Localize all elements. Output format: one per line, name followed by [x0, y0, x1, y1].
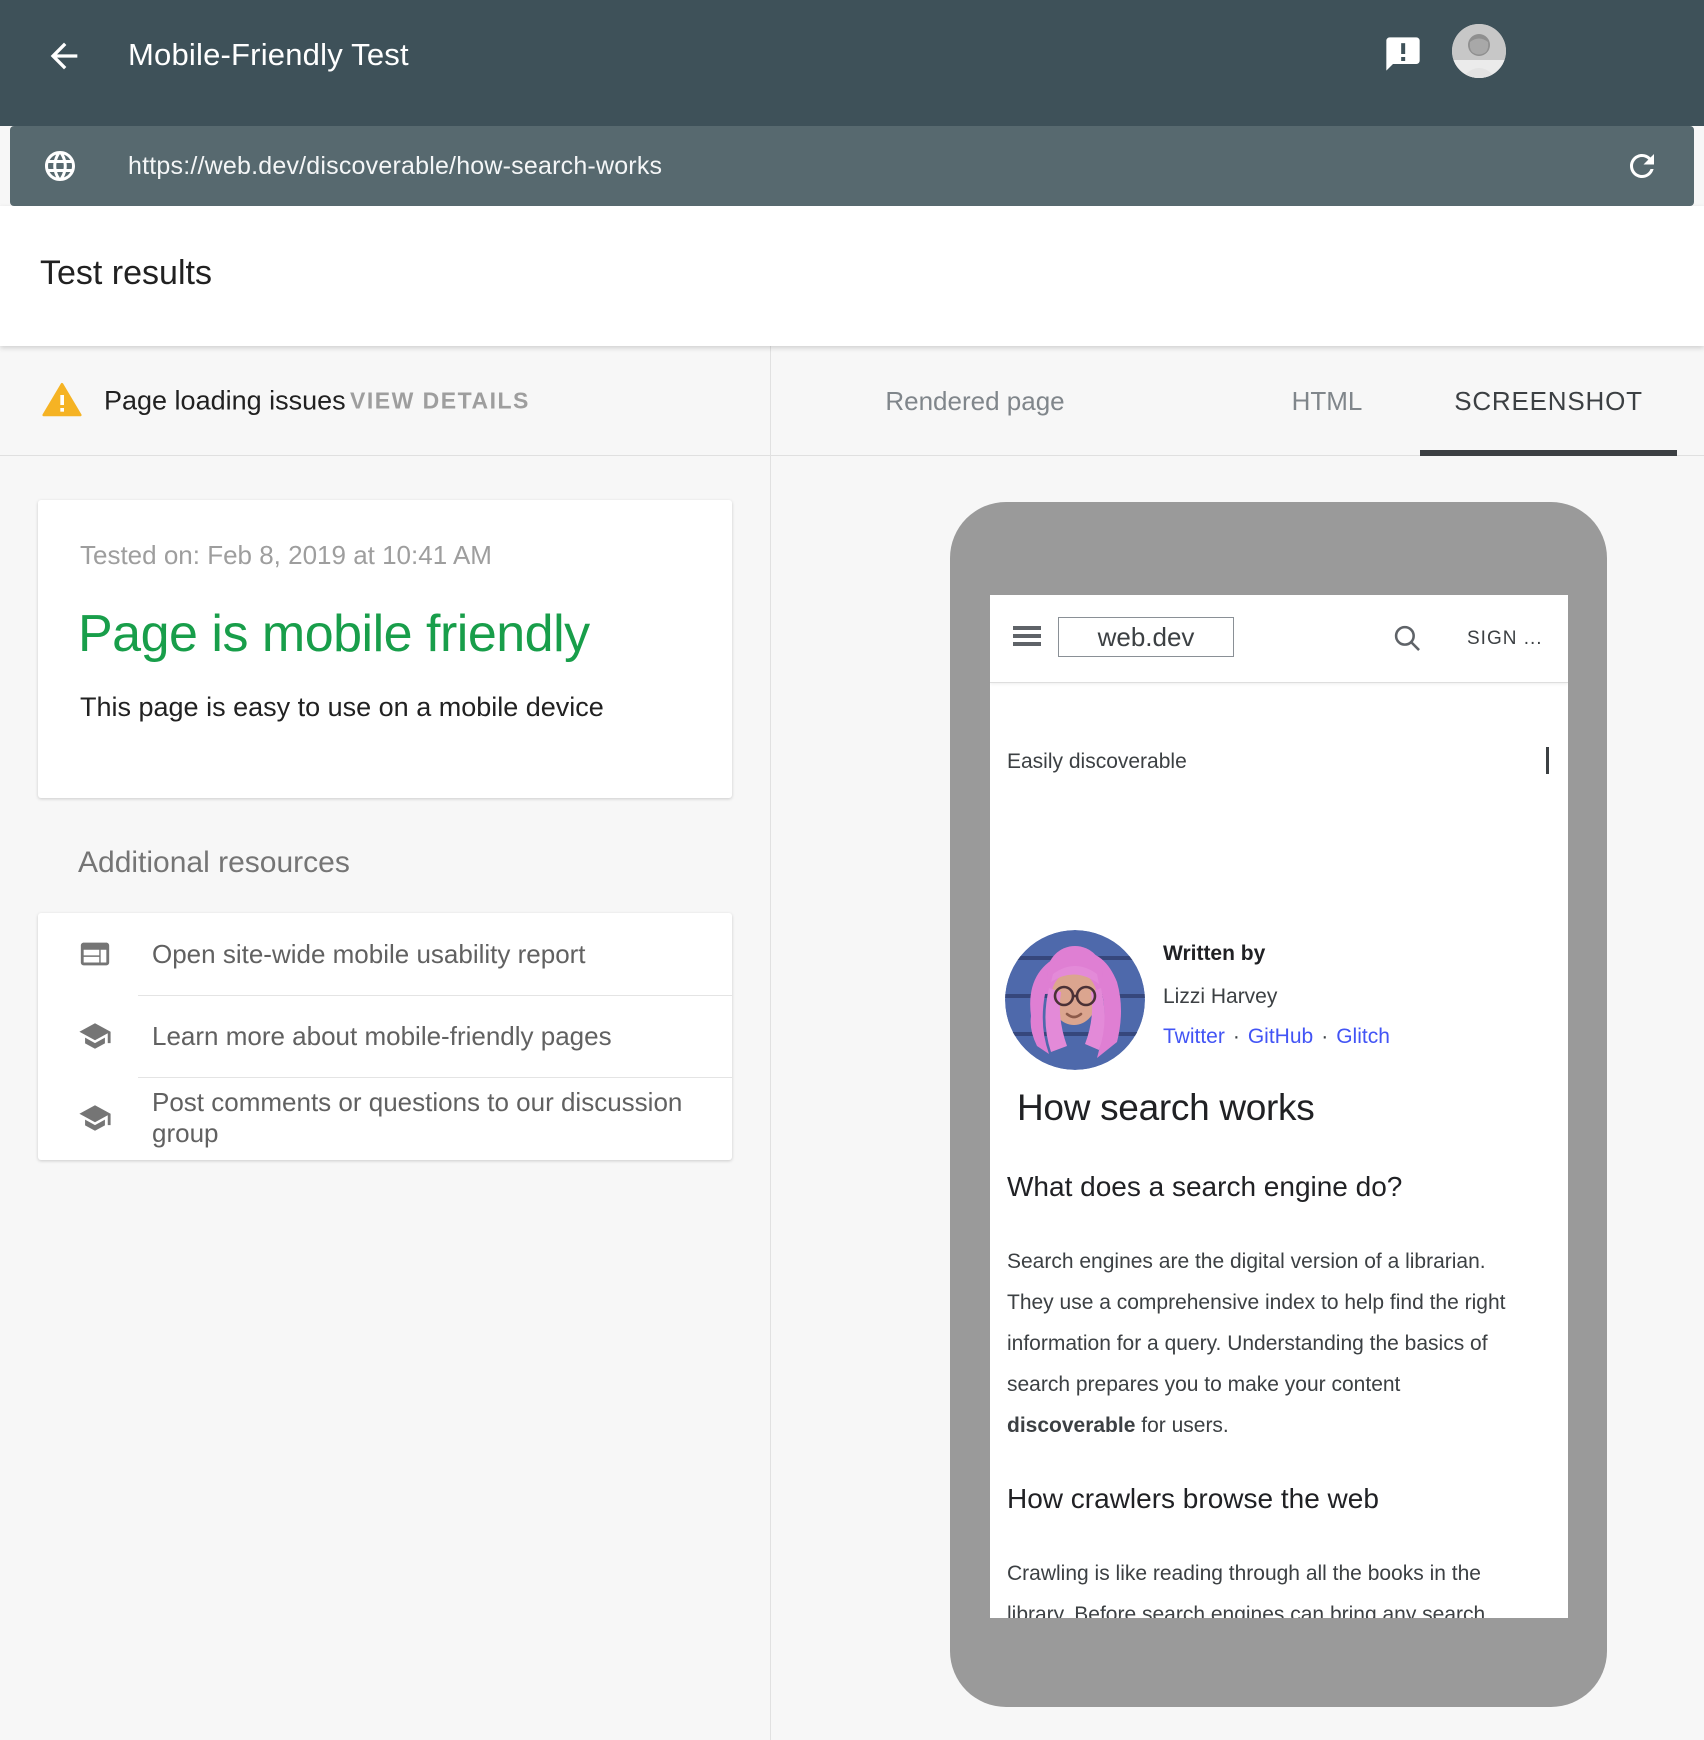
link-separator: ·	[1313, 1025, 1336, 1048]
warning-triangle-icon	[42, 380, 82, 420]
user-avatar[interactable]	[1452, 24, 1506, 78]
phone-mockup: web.dev SIGN ... Easily discoverable	[950, 502, 1607, 1707]
glitch-link: Glitch	[1336, 1025, 1390, 1048]
active-tab-underline	[1420, 450, 1677, 456]
site-logo: web.dev	[1058, 617, 1234, 657]
written-by-label: Written by	[1163, 942, 1265, 966]
app-bar: Mobile-Friendly Test	[0, 0, 1704, 126]
site-header: web.dev SIGN ...	[990, 595, 1568, 683]
paragraph-text: Search engines are the digital version o…	[1007, 1250, 1505, 1396]
url-bar[interactable]: https://web.dev/discoverable/how-search-…	[10, 126, 1694, 206]
tool-row: Page loading issues VIEW DETAILS Rendere…	[0, 346, 1704, 456]
tab-screenshot[interactable]: SCREENSHOT	[1420, 346, 1677, 456]
resource-item-learn-more[interactable]: Learn more about mobile-friendly pages	[38, 995, 732, 1077]
verdict-description: This page is easy to use on a mobile dev…	[80, 692, 604, 723]
section-heading-1: What does a search engine do?	[1007, 1171, 1402, 1203]
app-title: Mobile-Friendly Test	[128, 37, 409, 73]
resources-heading: Additional resources	[78, 846, 350, 880]
user-photo-icon	[1452, 24, 1506, 78]
resource-label: Open site-wide mobile usability report	[152, 939, 586, 970]
screenshot-preview: web.dev SIGN ... Easily discoverable	[990, 595, 1568, 1618]
arrow-left-icon	[44, 36, 84, 76]
tab-rendered-page[interactable]: Rendered page	[845, 346, 1105, 456]
github-link: GitHub	[1248, 1025, 1313, 1048]
report-window-icon	[78, 937, 112, 971]
view-details-link[interactable]: VIEW DETAILS	[350, 387, 530, 414]
resource-label: Post comments or questions to our discus…	[152, 1087, 732, 1149]
tab-screenshot-label: SCREENSHOT	[1454, 386, 1643, 417]
article-title: How search works	[1017, 1087, 1314, 1129]
verdict-text: Page is mobile friendly	[78, 604, 590, 664]
author-links: Twitter·GitHub·Glitch	[1163, 1025, 1390, 1049]
globe-icon	[42, 148, 78, 184]
feedback-bubble-icon	[1383, 34, 1423, 74]
sign-in-label: SIGN ...	[1467, 628, 1543, 650]
paragraph-bold-text: discoverable	[1007, 1414, 1135, 1437]
resource-item-usability-report[interactable]: Open site-wide mobile usability report	[38, 913, 732, 995]
url-text[interactable]: https://web.dev/discoverable/how-search-…	[128, 152, 662, 181]
link-separator: ·	[1225, 1025, 1248, 1048]
article-paragraph-1: Search engines are the digital version o…	[1007, 1241, 1514, 1446]
resource-label: Learn more about mobile-friendly pages	[152, 1021, 612, 1052]
result-card: Tested on: Feb 8, 2019 at 10:41 AM Page …	[38, 500, 732, 798]
feedback-button[interactable]	[1383, 34, 1423, 74]
author-avatar	[1005, 930, 1145, 1070]
twitter-link: Twitter	[1163, 1025, 1225, 1048]
tab-html[interactable]: HTML	[1282, 346, 1372, 456]
overflow-indicator-icon	[1546, 747, 1549, 774]
hamburger-menu-icon	[1013, 626, 1041, 650]
tested-on-text: Tested on: Feb 8, 2019 at 10:41 AM	[80, 540, 492, 571]
resource-item-discussion-group[interactable]: Post comments or questions to our discus…	[38, 1077, 732, 1159]
paragraph-text: for users.	[1135, 1414, 1228, 1437]
results-header: Test results	[0, 206, 1704, 346]
author-name: Lizzi Harvey	[1163, 985, 1277, 1009]
page-title: Test results	[40, 254, 212, 293]
resources-card: Open site-wide mobile usability report L…	[38, 913, 732, 1160]
column-divider	[770, 346, 771, 1740]
refresh-icon	[1624, 148, 1660, 184]
warning-label: Page loading issues	[104, 385, 346, 416]
search-icon	[1390, 621, 1424, 655]
content-area: Page loading issues VIEW DETAILS Rendere…	[0, 346, 1704, 1740]
collection-banner: Easily discoverable	[1007, 750, 1187, 774]
section-heading-2: How crawlers browse the web	[1007, 1483, 1379, 1515]
refresh-button[interactable]	[1624, 148, 1660, 184]
school-icon	[78, 1101, 112, 1135]
back-button[interactable]	[44, 36, 84, 76]
article-paragraph-2: Crawling is like reading through all the…	[1007, 1553, 1514, 1618]
school-icon	[78, 1019, 112, 1053]
